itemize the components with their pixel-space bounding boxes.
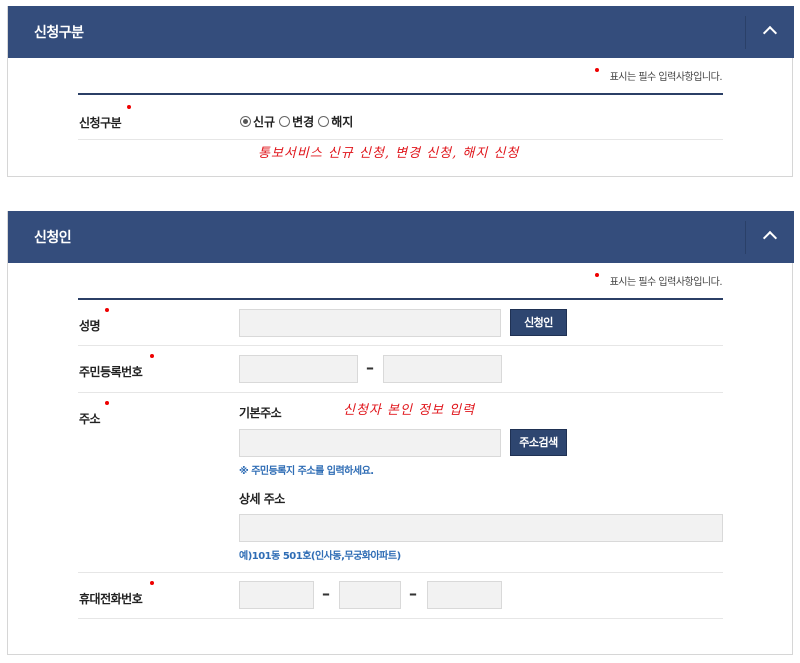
resident-number-front-input[interactable]: [239, 355, 358, 383]
required-dot-icon: [595, 68, 599, 72]
application-type-radio-group: 신규 변경 해지: [240, 113, 357, 130]
form-top-border: [78, 93, 723, 95]
handwritten-annotation: 통보서비스 신규 신청, 변경 신청, 해지 신청: [258, 146, 520, 161]
basic-address-input[interactable]: [239, 429, 501, 457]
radio-label-cancel: 해지: [331, 115, 354, 129]
required-dot-icon: [105, 308, 109, 312]
section-title: 신청구분: [34, 25, 84, 41]
required-note: 표시는 필수 입력사항입니다.: [609, 277, 723, 288]
field-label-address: 주소: [79, 412, 101, 426]
required-dot-icon: [150, 581, 154, 585]
row-divider: [78, 392, 723, 393]
applicant-button[interactable]: 신청인: [510, 309, 567, 336]
radio-change[interactable]: 변경: [279, 113, 314, 130]
phone-part3-input[interactable]: [427, 581, 502, 609]
radio-label-new: 신규: [253, 115, 276, 129]
basic-address-hint: ※ 주민등록지 주소를 입력하세요.: [239, 466, 374, 477]
chevron-up-icon: [762, 230, 778, 246]
resident-number-back-input[interactable]: [383, 355, 502, 383]
radio-unchecked-icon[interactable]: [318, 116, 330, 127]
address-search-button[interactable]: 주소검색: [510, 429, 567, 456]
required-dot-icon: [150, 354, 154, 358]
basic-address-label: 기본주소: [239, 406, 282, 420]
dash-separator: –: [409, 584, 417, 603]
dash-separator: –: [322, 584, 330, 603]
section-header: 신청인: [8, 211, 794, 263]
chevron-up-icon: [762, 25, 778, 41]
radio-checked-icon[interactable]: [240, 116, 251, 127]
row-divider: [78, 345, 723, 346]
collapse-button[interactable]: [746, 211, 794, 263]
radio-new[interactable]: 신규: [240, 113, 275, 130]
application-type-section: 신청구분 표시는 필수 입력사항입니다. 신청구분 신규 변경 해지 통보서비스…: [7, 6, 794, 177]
radio-cancel[interactable]: 해지: [318, 113, 353, 130]
section-title: 신청인: [34, 230, 72, 246]
section-header: 신청구분: [8, 6, 794, 58]
phone-part2-input[interactable]: [339, 581, 401, 609]
dash-separator: –: [366, 358, 374, 377]
handwritten-annotation: 신청자 본인 정보 입력: [343, 403, 476, 418]
name-input[interactable]: [239, 309, 501, 337]
row-divider: [78, 139, 723, 140]
field-label-application-type: 신청구분: [79, 116, 122, 130]
required-dot-icon: [127, 105, 131, 109]
detail-address-input[interactable]: [239, 514, 723, 542]
field-label-resident-number: 주민등록번호: [79, 365, 143, 379]
required-note: 표시는 필수 입력사항입니다.: [609, 72, 723, 83]
field-label-phone: 휴대전화번호: [79, 592, 143, 606]
row-divider: [78, 572, 723, 573]
radio-label-change: 변경: [292, 115, 315, 129]
form-top-border: [78, 298, 723, 300]
detail-address-hint: 예)101동 501호(인사동,무궁화아파트): [239, 551, 401, 562]
row-divider: [78, 618, 723, 619]
required-dot-icon: [595, 273, 599, 277]
phone-part1-input[interactable]: [239, 581, 314, 609]
collapse-button[interactable]: [746, 6, 794, 58]
radio-unchecked-icon[interactable]: [279, 116, 291, 127]
field-label-name: 성명: [79, 319, 101, 333]
applicant-section: 신청인 표시는 필수 입력사항입니다. 성명 신청인 주민등록번호 – 주소 기…: [7, 211, 794, 655]
detail-address-label: 상세 주소: [239, 492, 285, 506]
required-dot-icon: [105, 401, 109, 405]
